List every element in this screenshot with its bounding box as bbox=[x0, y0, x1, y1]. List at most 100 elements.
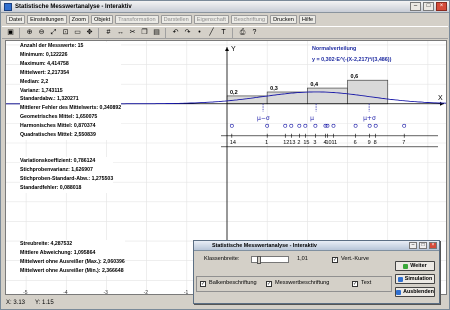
data-point bbox=[353, 123, 358, 128]
line-icon[interactable]: ╱ bbox=[206, 27, 217, 38]
messwert-checkbox[interactable]: ✓ bbox=[266, 281, 272, 287]
balken-checkbox[interactable]: ✓ bbox=[200, 281, 206, 287]
zoom-in-icon[interactable]: ⊕ bbox=[24, 27, 35, 38]
histogram-bar bbox=[307, 87, 348, 105]
stat-line: Geometrisches Mittel: 1,650075 bbox=[20, 114, 98, 121]
dialog-close-button[interactable]: × bbox=[429, 242, 437, 249]
data-point bbox=[297, 123, 302, 128]
app-icon bbox=[4, 2, 12, 11]
stat-line: Variationskoeffizient: 0,786124 bbox=[20, 158, 96, 164]
x-axis-arrow bbox=[440, 101, 444, 106]
minimize-button[interactable]: – bbox=[410, 2, 421, 11]
bar-value-label: 0,2 bbox=[230, 90, 238, 96]
save-icon[interactable]: ▣ bbox=[5, 27, 16, 38]
weiter-button[interactable]: Weiter bbox=[395, 261, 435, 271]
stat-line: Mittelwert: 2,217354 bbox=[20, 69, 70, 76]
stat-line: Standardfehler: 0,088018 bbox=[20, 184, 82, 191]
text-checkbox[interactable]: ✓ bbox=[352, 281, 358, 287]
copy-icon[interactable]: ❐ bbox=[139, 27, 150, 38]
menu-beschriftung[interactable]: Beschriftung bbox=[230, 15, 269, 24]
class-width-label: Klassenbreite: bbox=[204, 256, 240, 262]
dialog-maximize-button[interactable]: □ bbox=[419, 242, 427, 249]
stats-block-1: Anzahl der Messwerte: 15 Minimum: 0,12222… bbox=[20, 42, 122, 140]
paste-icon[interactable]: ▤ bbox=[151, 27, 162, 38]
stat-line: Minimum: 0,122226 bbox=[20, 51, 68, 58]
vert-kurve-checkbox[interactable]: ✓ bbox=[332, 257, 338, 263]
x-tick-label: -1 bbox=[184, 290, 189, 295]
close-button[interactable]: × bbox=[436, 2, 447, 11]
text-label: Text bbox=[361, 280, 372, 286]
menu-transformation[interactable]: Transformation bbox=[115, 15, 159, 24]
messwert-label: Messwertbeschriftung bbox=[275, 280, 330, 286]
dialog-minimize-button[interactable]: – bbox=[409, 242, 417, 249]
control-dialog: Statistische Messwertanalyse - Interakti… bbox=[193, 240, 440, 304]
window-title: Statistische Messwertanalyse - Interakti… bbox=[15, 3, 132, 10]
ausblenden-button[interactable]: Ausblenden bbox=[395, 287, 435, 297]
help-icon[interactable]: ? bbox=[249, 27, 260, 38]
point-icon[interactable]: • bbox=[194, 27, 205, 38]
redo-icon[interactable]: ↷ bbox=[182, 27, 193, 38]
stats-block-2: Variationskoeffizient: 0,786124 Stichprob… bbox=[20, 157, 114, 193]
class-width-slider[interactable] bbox=[251, 256, 289, 264]
menu-einstellungen[interactable]: Einstellungen bbox=[27, 15, 67, 24]
zoom-area-icon[interactable]: ▭ bbox=[72, 27, 83, 38]
status-x: X: 3.13 bbox=[6, 300, 26, 306]
simulation-button[interactable]: Simulation bbox=[395, 274, 435, 284]
stat-line: Streubreite: 4,287532 bbox=[20, 241, 73, 247]
title-bar: Statistische Messwertanalyse - Interakti… bbox=[1, 1, 449, 13]
move-icon[interactable]: ↔ bbox=[115, 27, 126, 38]
hide-icon bbox=[396, 289, 402, 295]
rank-label: 14 bbox=[230, 140, 236, 146]
text-icon[interactable]: T bbox=[218, 27, 229, 38]
check-icon bbox=[403, 263, 409, 269]
menu-darstellen[interactable]: Darstellen bbox=[160, 15, 192, 24]
cut-icon[interactable]: ✂ bbox=[127, 27, 138, 38]
print-icon[interactable]: ⎙ bbox=[237, 27, 248, 38]
pan-icon[interactable]: ✥ bbox=[84, 27, 95, 38]
toolbar-separator bbox=[232, 27, 236, 38]
normal-dist-title: Normalverteilung bbox=[312, 46, 357, 52]
data-point bbox=[229, 123, 234, 128]
y-axis-label: Y bbox=[231, 46, 236, 53]
undo-icon[interactable]: ↶ bbox=[170, 27, 181, 38]
grid-icon[interactable]: # bbox=[103, 27, 114, 38]
histogram-bar bbox=[347, 79, 389, 105]
maximize-button[interactable]: □ bbox=[423, 2, 434, 11]
ausblenden-label: Ausblenden bbox=[403, 289, 434, 295]
rank-label: 8 bbox=[374, 140, 377, 146]
menu-eigenschaft[interactable]: Eigenschaft bbox=[193, 15, 229, 24]
stat-line: Quadratisches Mittel: 2,550839 bbox=[20, 132, 96, 139]
zoom-out-icon[interactable]: ⊖ bbox=[36, 27, 47, 38]
status-y: Y: 1.15 bbox=[35, 300, 54, 306]
stat-line: Maximum: 4,414758 bbox=[20, 60, 69, 67]
dialog-body: Klassenbreite: 1,01 ✓ Vert.-Kurve ✓ Balk… bbox=[194, 252, 439, 303]
x-tick-label: -4 bbox=[63, 290, 68, 295]
rank-label: 15 bbox=[303, 140, 309, 146]
menu-zoom[interactable]: Zoom bbox=[68, 15, 89, 24]
y-axis-arrow bbox=[225, 47, 229, 51]
menu-objekt[interactable]: Objekt bbox=[90, 15, 114, 24]
rank-label: 6 bbox=[354, 140, 357, 146]
stat-line: Stichprobenvarianz: 1,626907 bbox=[20, 166, 93, 173]
zoom-window-icon[interactable]: ⊡ bbox=[60, 27, 71, 38]
stat-line: Stichproben-Standard-Abw.: 1,275503 bbox=[20, 175, 114, 182]
menu-drucken[interactable]: Drucken bbox=[270, 15, 297, 24]
x-axis-label: X bbox=[438, 95, 443, 102]
toolbar-separator bbox=[19, 27, 23, 38]
dialog-title: Statistische Messwertanalyse - Interakti… bbox=[212, 242, 317, 249]
menu-datei[interactable]: Datei bbox=[6, 15, 26, 24]
class-width-value: 1,01 bbox=[297, 256, 308, 262]
rank-label: 1 bbox=[265, 140, 268, 146]
simulation-icon bbox=[397, 276, 403, 282]
balken-label: Balkenbeschriftung bbox=[209, 280, 257, 286]
slider-thumb[interactable] bbox=[257, 256, 261, 264]
x-tick-label: -3 bbox=[103, 290, 108, 295]
stat-line: Anzahl der Messwerte: 15 bbox=[20, 43, 84, 49]
vert-kurve-label: Vert.-Kurve bbox=[341, 256, 369, 262]
data-point bbox=[283, 123, 288, 128]
stat-line: Median: 2,2 bbox=[20, 78, 49, 85]
zoom-fit-icon[interactable]: ⤢ bbox=[48, 27, 59, 38]
marker-label: μ+σ bbox=[363, 115, 376, 122]
rank-label: 9 bbox=[368, 140, 371, 146]
menu-hilfe[interactable]: Hilfe bbox=[298, 15, 317, 24]
